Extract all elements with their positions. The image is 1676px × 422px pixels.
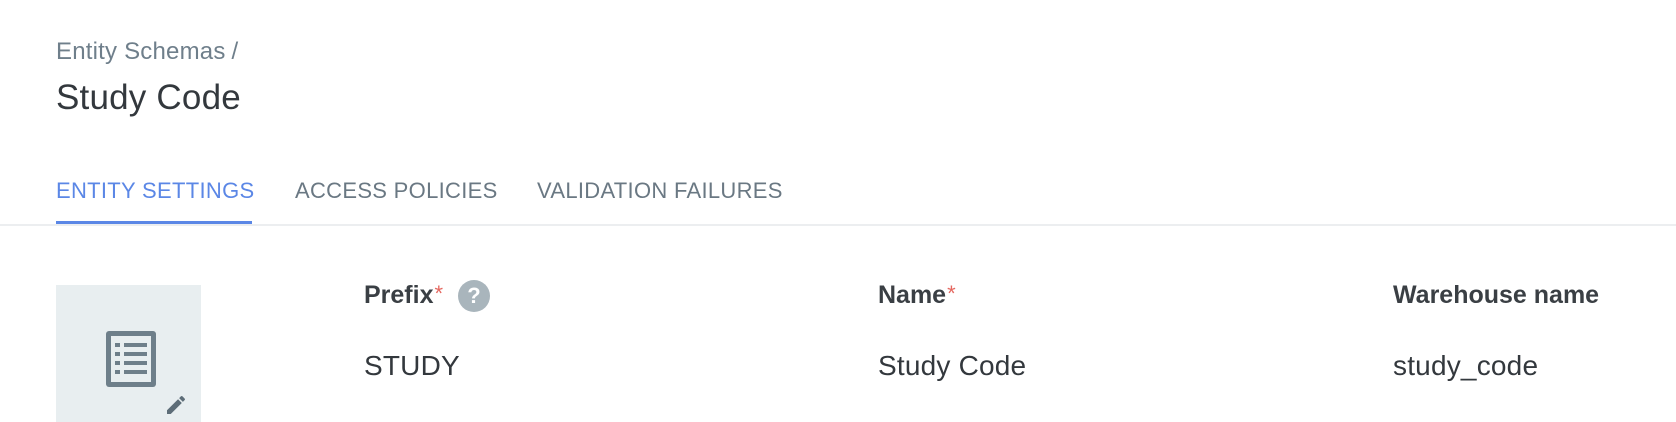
required-marker: *: [434, 281, 444, 306]
tab-bar: ENTITY SETTINGS ACCESS POLICIES VALIDATI…: [0, 172, 1676, 226]
tab-access-policies[interactable]: ACCESS POLICIES: [295, 178, 498, 204]
page-title: Study Code: [56, 78, 241, 117]
entity-schema-page: Entity Schemas / Study Code ENTITY SETTIN…: [0, 0, 1676, 422]
breadcrumb: Entity Schemas /: [56, 38, 238, 66]
help-icon[interactable]: ?: [458, 280, 490, 312]
name-label-text: Name: [878, 281, 947, 309]
tab-validation-failures[interactable]: VALIDATION FAILURES: [537, 178, 783, 204]
prefix-label-text: Prefix: [364, 281, 434, 309]
entity-icon-picker[interactable]: [56, 285, 201, 422]
prefix-label: Prefix*: [364, 281, 443, 310]
tab-entity-settings[interactable]: ENTITY SETTINGS: [56, 178, 254, 204]
required-marker: *: [947, 281, 956, 306]
breadcrumb-link-entity-schemas[interactable]: Entity Schemas: [56, 38, 226, 65]
list-icon: [106, 331, 156, 387]
prefix-value: STUDY: [364, 350, 460, 381]
warehouse-name-label: Warehouse name: [1393, 281, 1600, 309]
warehouse-name-value: study_code: [1393, 350, 1539, 381]
active-tab-indicator: [56, 221, 252, 224]
breadcrumb-separator: /: [231, 38, 239, 65]
pencil-icon[interactable]: [164, 393, 188, 417]
name-label: Name*: [878, 281, 956, 310]
name-value: Study Code: [878, 350, 1027, 381]
